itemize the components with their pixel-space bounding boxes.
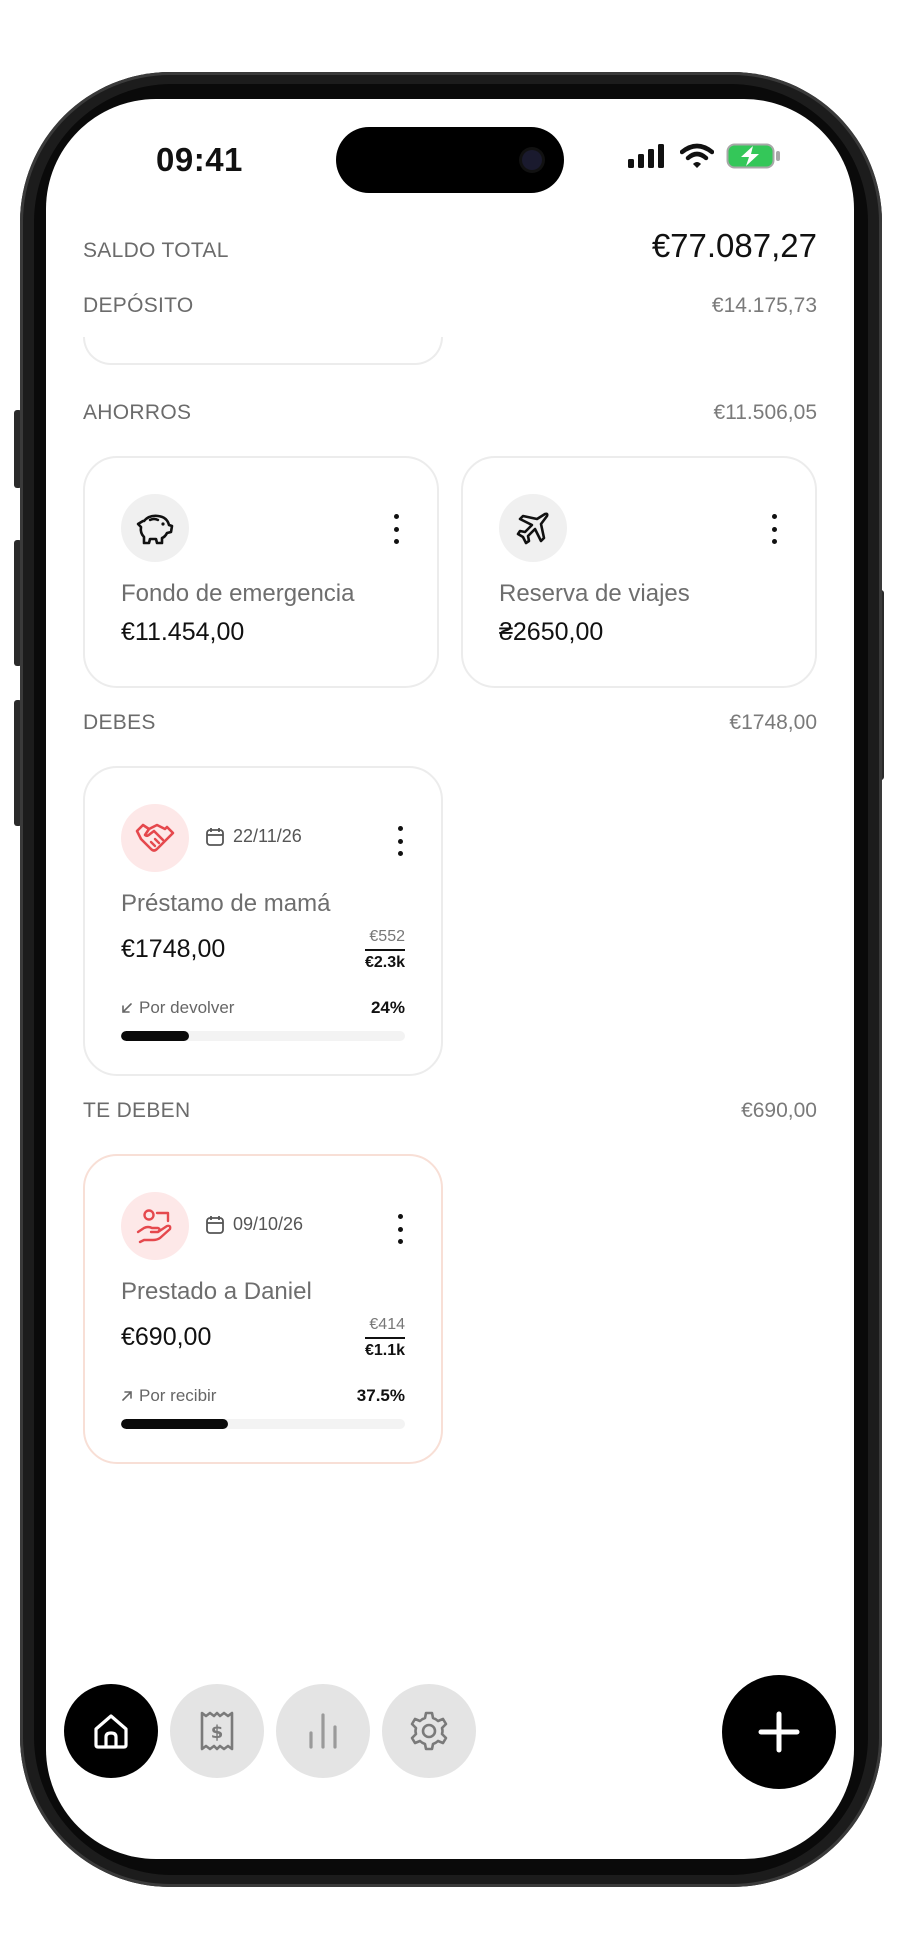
- debt-date: 22/11/26: [205, 826, 302, 847]
- section-label: AHORROS: [83, 401, 192, 424]
- status-time: 09:41: [156, 141, 243, 178]
- owed-progress-label: Por recibir: [121, 1386, 216, 1406]
- savings-title: Fondo de emergencia: [121, 580, 355, 607]
- battery-charging-icon: [726, 143, 780, 169]
- nav-transactions-button[interactable]: $: [170, 1684, 264, 1778]
- savings-menu-button[interactable]: [769, 514, 779, 544]
- status-icons: [628, 143, 782, 169]
- savings-card-emergency[interactable]: Fondo de emergencia €11.454,00: [83, 456, 439, 688]
- nav-stats-button[interactable]: [276, 1684, 370, 1778]
- app-screen: 09:41 SALDO TOTAL €77.087,27 DEPÓSITO €1…: [46, 99, 854, 1859]
- arrow-up-right-icon: [122, 1391, 132, 1401]
- savings-amount: €11.454,00: [121, 618, 245, 646]
- section-header-deposito: DEPÓSITO €14.175,73: [83, 294, 817, 318]
- section-amount: €1748,00: [729, 711, 817, 734]
- arrow-down-left-icon: [122, 1003, 132, 1013]
- owed-title: Prestado a Daniel: [121, 1278, 312, 1305]
- owed-progress-bar: [121, 1419, 405, 1429]
- calendar-icon: [206, 1215, 224, 1234]
- debt-date-text: 22/11/26: [233, 826, 302, 846]
- nav-home-button[interactable]: [64, 1684, 158, 1778]
- debt-total: €2.3k: [364, 954, 405, 971]
- cellular-signal-icon: [628, 144, 664, 168]
- owed-fraction: €414 €1.1k: [364, 1316, 405, 1360]
- owed-date-text: 09/10/26: [233, 1214, 304, 1234]
- owed-card[interactable]: 09/10/26 Prestado a Daniel €690,00 €414 …: [83, 1154, 443, 1464]
- debt-paid: €552: [364, 928, 405, 951]
- nav-settings-button[interactable]: [382, 1684, 476, 1778]
- debt-card[interactable]: 22/11/26 Préstamo de mamá €1748,00 €552 …: [83, 766, 443, 1076]
- wifi-icon: [680, 143, 714, 168]
- savings-menu-button[interactable]: [391, 514, 401, 544]
- add-button[interactable]: [722, 1675, 836, 1789]
- section-header-ahorros: AHORROS €11.506,05: [83, 401, 817, 425]
- total-balance-amount: €77.087,27: [651, 227, 817, 264]
- section-label: DEPÓSITO: [83, 294, 194, 317]
- section-header-debes: DEBES €1748,00: [83, 711, 817, 735]
- plus-icon: [758, 1711, 800, 1753]
- savings-card-travel[interactable]: Reserva de viajes ₴2650,00: [461, 456, 817, 688]
- hand-giving-icon: [121, 1192, 189, 1260]
- home-icon: [94, 1714, 128, 1749]
- owed-progress-percent: 37.5%: [356, 1386, 405, 1405]
- total-balance-label: SALDO TOTAL: [83, 239, 229, 262]
- debt-progress-fill: [121, 1031, 190, 1041]
- owed-date: 09/10/26: [205, 1214, 303, 1235]
- handshake-icon: [121, 804, 189, 872]
- owed-total: €1.1k: [364, 1342, 405, 1359]
- section-label: DEBES: [83, 711, 156, 734]
- owed-progress-fill: [121, 1419, 228, 1429]
- svg-text:$: $: [211, 1722, 224, 1743]
- owed-menu-button[interactable]: [395, 1214, 405, 1244]
- debt-progress-label: Por devolver: [121, 998, 234, 1018]
- airplane-icon: [499, 494, 567, 562]
- debt-progress-bar: [121, 1031, 405, 1041]
- chart-icon: [309, 1713, 337, 1749]
- savings-amount: ₴2650,00: [499, 618, 604, 646]
- receipt-icon: $: [200, 1711, 234, 1751]
- piggy-bank-icon: [121, 494, 189, 562]
- section-amount: €690,00: [741, 1099, 817, 1122]
- debt-title: Préstamo de mamá: [121, 890, 331, 917]
- debt-menu-button[interactable]: [395, 826, 405, 856]
- section-label: TE DEBEN: [83, 1099, 191, 1122]
- calendar-icon: [206, 827, 224, 846]
- bottom-nav: $: [64, 1684, 476, 1778]
- owed-amount: €690,00: [121, 1323, 212, 1351]
- deposit-card-clipped[interactable]: [83, 337, 443, 365]
- section-amount: €11.506,05: [713, 401, 817, 424]
- dynamic-island: [336, 127, 564, 193]
- debt-fraction: €552 €2.3k: [364, 928, 405, 972]
- owed-received: €414: [364, 1316, 405, 1339]
- debt-amount: €1748,00: [121, 935, 226, 963]
- total-balance-row: SALDO TOTAL €77.087,27: [83, 227, 817, 265]
- debt-progress-percent: 24%: [370, 998, 405, 1017]
- section-header-te-deben: TE DEBEN €690,00: [83, 1099, 817, 1123]
- gear-icon: [410, 1711, 448, 1751]
- section-amount: €14.175,73: [711, 294, 817, 317]
- savings-title: Reserva de viajes: [499, 580, 690, 607]
